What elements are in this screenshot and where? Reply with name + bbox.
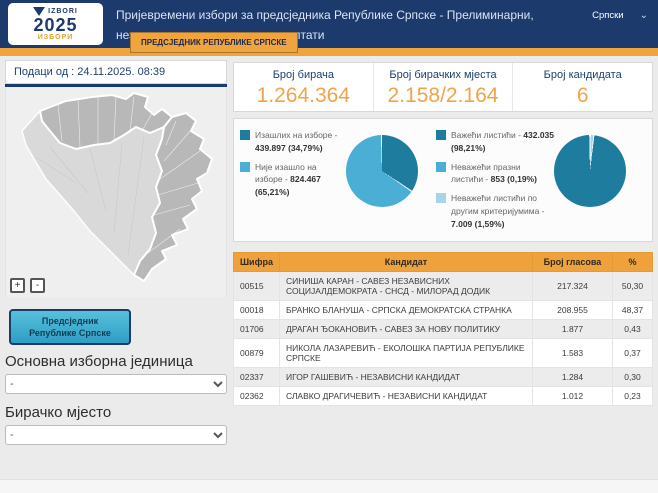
- vote-percent: 48,37: [613, 301, 653, 320]
- candidate-name: ДРАГАН ЂОКАНОВИЋ - САВЕЗ ЗА НОВУ ПОЛИТИК…: [280, 320, 533, 339]
- header-accent-strip: [0, 48, 658, 56]
- race-filter-button[interactable]: Предсједник Републике Српске: [9, 309, 131, 345]
- candidate-name: ИГОР ГАШЕВИЋ - НЕЗАВИСНИ КАНДИДАТ: [280, 368, 533, 387]
- column-header: Кандидат: [280, 253, 533, 272]
- table-row: 02362СЛАВКО ДРАГИЧЕВИЋ - НЕЗАВИСНИ КАНДИ…: [234, 387, 653, 406]
- stat-value: 6: [513, 84, 652, 108]
- results-table-body: 00515СИНИША КАРАН - САВЕЗ НЕЗАВИСНИХ СОЦ…: [234, 272, 653, 406]
- station-select[interactable]: -: [5, 425, 227, 445]
- legend-item: Изашлих на изборе - 439.897 (34,79%): [240, 129, 340, 155]
- candidate-code: 00515: [234, 272, 280, 301]
- vote-percent: 0,37: [613, 339, 653, 368]
- legend-item: Није изашло на изборе - 824.467 (65,21%): [240, 161, 340, 199]
- vote-count: 217.324: [533, 272, 613, 301]
- vote-percent: 0,30: [613, 368, 653, 387]
- logo-year: 2025: [33, 16, 77, 34]
- logo-text-bottom: ИЗБОРИ: [38, 34, 74, 41]
- vote-count: 1.583: [533, 339, 613, 368]
- column-header: Број гласова: [533, 253, 613, 272]
- candidate-code: 02337: [234, 368, 280, 387]
- vote-percent: 50,30: [613, 272, 653, 301]
- vote-count: 1.284: [533, 368, 613, 387]
- pie-legend-2: Важећи листићи - 432.035 (98,21%) Неважећ…: [436, 129, 554, 235]
- bosnia-map[interactable]: [6, 87, 228, 297]
- legend-item: Неважећи празни листићи - 853 (0,19%): [436, 161, 554, 187]
- legend-label: Неважећи празни листићи - 853 (0,19%): [451, 161, 554, 187]
- vote-percent: 0,43: [613, 320, 653, 339]
- sidebar: Подаци од : 24.11.2025. 08:39: [5, 60, 227, 451]
- table-row: 02337ИГОР ГАШЕВИЋ - НЕЗАВИСНИ КАНДИДАТ1.…: [234, 368, 653, 387]
- candidate-name: СЛАВКО ДРАГИЧЕВИЋ - НЕЗАВИСНИ КАНДИДАТ: [280, 387, 533, 406]
- vote-count: 1.877: [533, 320, 613, 339]
- legend-label: Није изашло на изборе - 824.467 (65,21%): [255, 161, 340, 199]
- candidate-code: 00018: [234, 301, 280, 320]
- legend-swatch: [240, 130, 250, 140]
- tab-president-republike-srpske[interactable]: ПРЕДСЈЕДНИК РЕПУБЛИКЕ СРПСКЕ: [130, 32, 298, 53]
- stat-value: 2.158/2.164: [374, 84, 513, 108]
- chevron-down-icon: ⌄: [640, 10, 648, 21]
- legend-swatch: [436, 130, 446, 140]
- results-table: ШифраКандидатБрој гласова% 00515СИНИША К…: [233, 252, 653, 406]
- station-select-label: Бирачко мјесто: [5, 404, 227, 421]
- legend-label: Неважећи листићи по другим критеријумима…: [451, 192, 554, 230]
- legend-item: Неважећи листићи по другим критеријумима…: [436, 192, 554, 230]
- izbori-2025-logo: IZBORI 2025 ИЗБОРИ: [8, 3, 103, 45]
- stat-label: Број кандидата: [513, 69, 652, 81]
- legend-swatch: [436, 193, 446, 203]
- summary-stats-panel: Број бирача 1.264.364 Број бирачких мјес…: [233, 62, 653, 112]
- table-row: 00515СИНИША КАРАН - САВЕЗ НЕЗАВИСНИХ СОЦ…: [234, 272, 653, 301]
- main-content: Број бирача 1.264.364 Број бирачких мјес…: [233, 62, 653, 406]
- stat-candidates: Број кандидата 6: [512, 63, 652, 111]
- stat-label: Број бирача: [234, 69, 373, 81]
- vote-count: 1.012: [533, 387, 613, 406]
- legend-item: Важећи листићи - 432.035 (98,21%): [436, 129, 554, 155]
- candidate-code: 02362: [234, 387, 280, 406]
- candidate-name: НИКОЛА ЛАЗАРЕВИЋ - ЕКОЛОШКА ПАРТИЈА РЕПУ…: [280, 339, 533, 368]
- table-row: 01706ДРАГАН ЂОКАНОВИЋ - САВЕЗ ЗА НОВУ ПО…: [234, 320, 653, 339]
- logo-text-top: IZBORI: [48, 8, 78, 15]
- table-row: 00879НИКОЛА ЛАЗАРЕВИЋ - ЕКОЛОШКА ПАРТИЈА…: [234, 339, 653, 368]
- column-header: Шифра: [234, 253, 280, 272]
- legend-label: Изашлих на изборе - 439.897 (34,79%): [255, 129, 340, 155]
- candidate-name: БРАНКО БЛАНУША - СРПСКА ДЕМОКРАТСКА СТРА…: [280, 301, 533, 320]
- map-panel: + -: [5, 87, 227, 297]
- pie-legend-1: Изашлих на изборе - 439.897 (34,79%) Није…: [240, 129, 340, 235]
- legend-swatch: [436, 162, 446, 172]
- map-zoom-out-button[interactable]: -: [30, 278, 45, 293]
- legend-label: Важећи листићи - 432.035 (98,21%): [451, 129, 554, 155]
- unit-select[interactable]: -: [5, 374, 227, 394]
- legend-swatch: [240, 162, 250, 172]
- stat-value: 1.264.364: [234, 84, 373, 108]
- stat-label: Број бирачких мјеста: [374, 69, 513, 81]
- candidate-code: 00879: [234, 339, 280, 368]
- data-timestamp: Подаци од : 24.11.2025. 08:39: [5, 60, 227, 84]
- table-row: 00018БРАНКО БЛАНУША - СРПСКА ДЕМОКРАТСКА…: [234, 301, 653, 320]
- pie-chart-2: [554, 135, 626, 207]
- candidate-code: 01706: [234, 320, 280, 339]
- footer-bar: [0, 479, 658, 493]
- pie-charts-panel: Изашлих на изборе - 439.897 (34,79%) Није…: [233, 118, 653, 242]
- column-header: %: [613, 253, 653, 272]
- vote-count: 208.955: [533, 301, 613, 320]
- map-zoom-in-button[interactable]: +: [10, 278, 25, 293]
- candidate-name: СИНИША КАРАН - САВЕЗ НЕЗАВИСНИХ СОЦИЈАЛД…: [280, 272, 533, 301]
- app: IZBORI 2025 ИЗБОРИ Пријевремени избори з…: [0, 0, 658, 493]
- pie-chart-1: [346, 135, 418, 207]
- results-table-header-row: ШифраКандидатБрој гласова%: [234, 253, 653, 272]
- vote-percent: 0,23: [613, 387, 653, 406]
- language-selector[interactable]: Српски ⌄: [592, 10, 648, 21]
- language-label: Српски: [592, 10, 624, 21]
- stat-voters: Број бирача 1.264.364: [234, 63, 373, 111]
- stat-polling-stations: Број бирачких мјеста 2.158/2.164: [373, 63, 513, 111]
- results-table-wrap: ШифраКандидатБрој гласова% 00515СИНИША К…: [233, 252, 653, 406]
- unit-select-label: Основна изборна јединица: [5, 353, 227, 370]
